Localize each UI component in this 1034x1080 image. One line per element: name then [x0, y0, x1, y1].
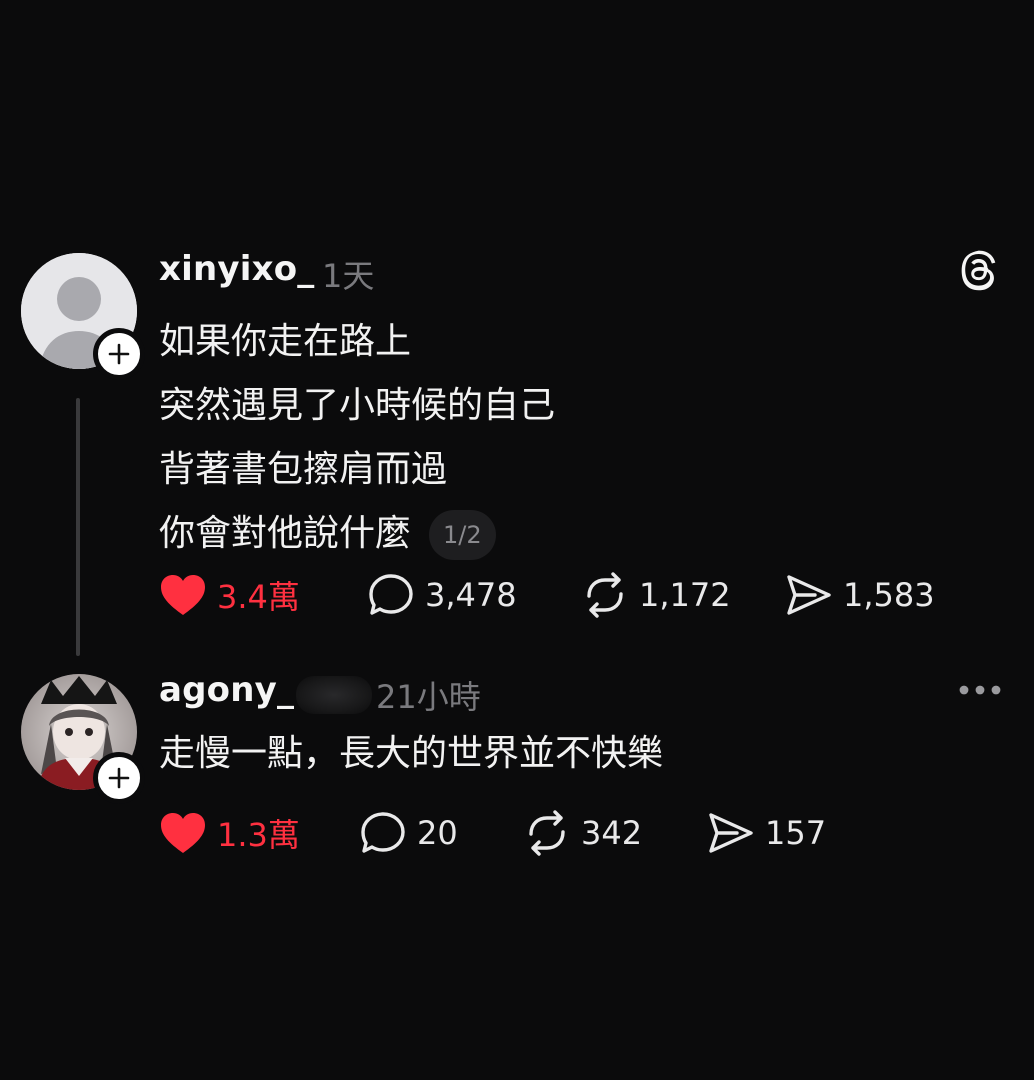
repost-button[interactable]: 342	[523, 808, 642, 858]
paper-plane-icon	[787, 575, 831, 615]
threads-screen: xinyixo_ 1天 如果你走在路上 突然遇見了小時候的自己 背著書包擦肩而過…	[0, 0, 1034, 1080]
plus-icon	[108, 343, 130, 365]
comment-count: 3,478	[425, 576, 517, 614]
post-line-2: 突然遇見了小時候的自己	[159, 385, 556, 426]
like-button[interactable]: 1.3萬	[159, 808, 300, 858]
like-button[interactable]: 3.4萬	[159, 570, 300, 620]
repost-count: 1,172	[639, 576, 731, 614]
follow-button[interactable]	[93, 752, 145, 804]
reply-body: 走慢一點，長大的世界並不快樂	[159, 733, 664, 774]
post-body: 如果你走在路上 突然遇見了小時候的自己 背著書包擦肩而過 你會對他說什麼 1/2	[159, 310, 555, 566]
thread-connector-line	[76, 398, 80, 656]
like-count: 3.4萬	[217, 578, 300, 616]
reply-timestamp: 21小時	[376, 678, 481, 716]
comment-button[interactable]: 3,478	[367, 570, 517, 620]
comment-count: 20	[417, 814, 458, 852]
share-button[interactable]: 157	[707, 808, 826, 858]
post-line-4-text: 你會對他說什麼	[159, 513, 412, 554]
like-count: 1.3萬	[217, 816, 300, 854]
redacted-username-blur	[296, 676, 372, 714]
share-button[interactable]: 1,583	[785, 570, 935, 620]
reply-action-bar: 1.3萬 20 342 157	[159, 808, 979, 858]
post-username[interactable]: xinyixo_	[159, 249, 315, 289]
heart-icon	[161, 813, 205, 853]
page-indicator-badge[interactable]: 1/2	[429, 510, 496, 560]
share-count: 1,583	[843, 576, 935, 614]
post-line-3: 背著書包擦肩而過	[159, 449, 448, 490]
plus-icon	[108, 767, 130, 789]
repost-count: 342	[581, 814, 643, 852]
comment-button[interactable]: 20	[359, 808, 458, 858]
post-timestamp: 1天	[322, 257, 375, 295]
speech-bubble-icon	[369, 574, 413, 615]
speech-bubble-icon	[361, 812, 405, 853]
share-count: 157	[765, 814, 827, 852]
paper-plane-icon	[709, 813, 753, 853]
post-action-bar: 3.4萬 3,478 1,172 1,583	[159, 570, 979, 620]
follow-button[interactable]	[93, 328, 145, 380]
repost-icon	[587, 572, 623, 618]
threads-logo-icon[interactable]	[956, 248, 1002, 294]
post-line-4: 你會對他說什麼 1/2	[159, 502, 555, 566]
reply-username[interactable]: agony_	[159, 670, 294, 710]
heart-icon	[161, 575, 205, 615]
repost-button[interactable]: 1,172	[581, 570, 731, 620]
repost-icon	[529, 810, 565, 856]
ellipsis-icon[interactable]	[958, 682, 1002, 698]
post-line-1: 如果你走在路上	[159, 321, 412, 362]
